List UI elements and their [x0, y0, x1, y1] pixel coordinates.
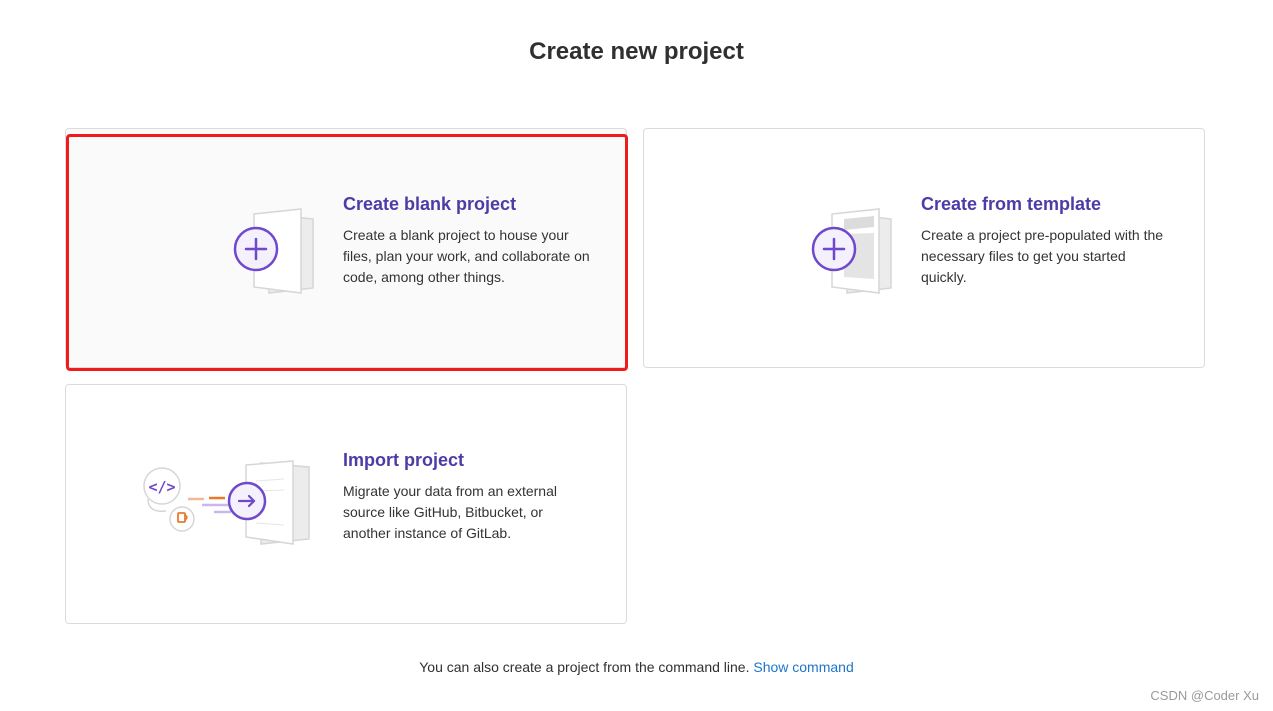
svg-text:</>: </>	[148, 478, 175, 496]
card-title: Create from template	[921, 194, 1102, 214]
import-arrow-icon: </>	[136, 451, 316, 561]
card-title: Import project	[343, 450, 465, 470]
new-project-page: Create new project Create blank project …	[0, 0, 1273, 711]
watermark: CSDN @Coder Xu	[1150, 688, 1259, 703]
create-from-template-card[interactable]: Create from template Create a project pr…	[643, 128, 1205, 368]
card-description: Create a project pre-populated with the …	[921, 227, 1164, 285]
card-title: Create blank project	[343, 194, 517, 214]
template-document-icon	[744, 189, 904, 309]
command-line-hint: You can also create a project from the c…	[0, 659, 1273, 675]
show-command-link[interactable]: Show command	[753, 659, 853, 675]
command-line-text: You can also create a project from the c…	[419, 659, 750, 675]
plus-document-icon	[166, 189, 326, 309]
card-description: Migrate your data from an external sourc…	[343, 483, 557, 541]
card-description: Create a blank project to house your fil…	[343, 227, 590, 285]
page-title: Create new project	[529, 38, 744, 65]
import-project-card[interactable]: </> Import project Migrate your data fro…	[65, 384, 627, 624]
create-blank-project-card[interactable]: Create blank project Create a blank proj…	[65, 128, 627, 368]
